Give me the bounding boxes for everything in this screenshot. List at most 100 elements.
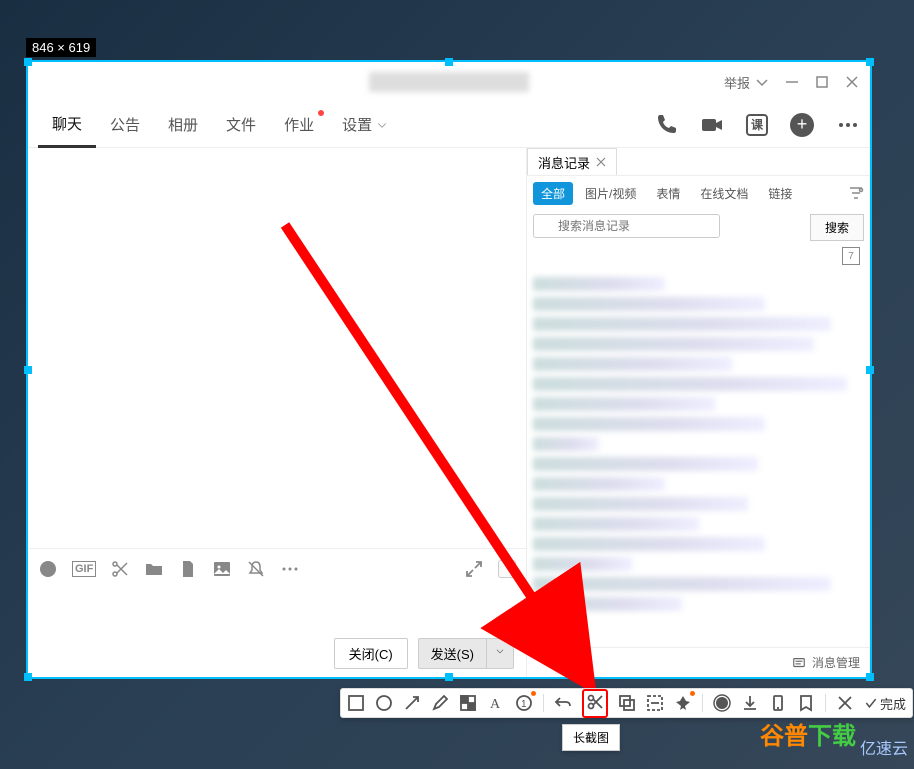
tool-arrow-icon[interactable]: [403, 694, 421, 712]
tool-number-icon[interactable]: 1: [515, 694, 533, 712]
message-manage-icon: [792, 656, 806, 670]
tool-ocr-icon[interactable]: [646, 694, 664, 712]
list-item: [533, 417, 765, 431]
video-call-icon[interactable]: [700, 113, 724, 137]
close-tab-icon[interactable]: [596, 157, 606, 167]
mute-icon[interactable]: [246, 559, 266, 579]
file-icon[interactable]: [178, 559, 198, 579]
tab-settings[interactable]: 设置: [328, 102, 402, 148]
search-input[interactable]: [533, 214, 720, 238]
main-tabs: 聊天 公告 相册 文件 作业 设置 课 +: [28, 102, 870, 148]
image-icon[interactable]: [212, 559, 232, 579]
minimize-button[interactable]: [784, 74, 800, 90]
tab-chat-label: 聊天: [52, 113, 82, 134]
chat-panel: GIF 关闭(C) 发送(S): [28, 148, 527, 677]
list-item: [533, 497, 748, 511]
send-dropdown[interactable]: [486, 639, 513, 668]
tab-settings-label: 设置: [342, 114, 372, 135]
window-titlebar: 举报: [28, 62, 870, 102]
tool-phone-icon[interactable]: [769, 694, 787, 712]
history-tab[interactable]: 消息记录: [527, 148, 617, 175]
tab-notice-label: 公告: [110, 114, 140, 135]
filter-media[interactable]: 图片/视频: [577, 182, 644, 205]
tab-chat[interactable]: 聊天: [38, 102, 96, 148]
done-label: 完成: [880, 694, 906, 713]
close-button[interactable]: 关闭(C): [334, 638, 408, 669]
send-button[interactable]: 发送(S): [418, 638, 514, 669]
more-icon[interactable]: [836, 113, 860, 137]
tool-pin-icon[interactable]: [674, 694, 692, 712]
class-icon[interactable]: 课: [746, 114, 768, 136]
list-item: [533, 317, 831, 331]
chevron-down-icon: [754, 74, 770, 90]
resize-handle-cr[interactable]: [866, 366, 874, 374]
tool-cancel-icon[interactable]: [836, 694, 854, 712]
separator: [702, 694, 703, 712]
maximize-button[interactable]: [814, 74, 830, 90]
filter-emoji[interactable]: 表情: [648, 182, 688, 205]
message-history-list[interactable]: [527, 267, 870, 647]
resize-handle-br[interactable]: [866, 673, 874, 681]
tab-album[interactable]: 相册: [154, 102, 212, 148]
chat-message-area[interactable]: [28, 148, 526, 548]
tool-mosaic-icon[interactable]: [459, 694, 477, 712]
tool-pen-icon[interactable]: [431, 694, 449, 712]
tab-homework-label: 作业: [284, 114, 314, 135]
list-item: [533, 537, 765, 551]
expand-icon[interactable]: [464, 559, 484, 579]
history-toggle[interactable]: [498, 560, 516, 578]
resize-handle-cl[interactable]: [24, 366, 32, 374]
voice-call-icon[interactable]: [654, 113, 678, 137]
resize-handle-tl[interactable]: [24, 58, 32, 66]
list-item: [533, 557, 632, 571]
resize-handle-bl[interactable]: [24, 673, 32, 681]
capture-dimensions-label: 846 × 619: [26, 38, 96, 57]
tool-download-icon[interactable]: [741, 694, 759, 712]
separator: [825, 694, 826, 712]
watermark-secondary: 亿速云: [860, 735, 908, 759]
gif-icon[interactable]: GIF: [72, 561, 96, 577]
list-item: [533, 277, 665, 291]
resize-handle-tc[interactable]: [445, 58, 453, 66]
calendar-icon[interactable]: 7: [842, 247, 860, 265]
tool-text-icon[interactable]: A: [487, 694, 505, 712]
resize-handle-bc[interactable]: [445, 673, 453, 681]
window-title-blurred: [369, 72, 529, 92]
resize-handle-tr[interactable]: [866, 58, 874, 66]
tool-confirm-button[interactable]: 完成: [864, 694, 906, 713]
filter-settings-icon[interactable]: [848, 185, 864, 201]
report-button[interactable]: 举报: [724, 73, 770, 92]
check-icon: [864, 696, 878, 710]
folder-icon[interactable]: [144, 559, 164, 579]
notification-dot: [531, 691, 536, 696]
tab-homework[interactable]: 作业: [270, 102, 328, 148]
message-input[interactable]: [28, 589, 526, 629]
history-tab-label: 消息记录: [538, 153, 590, 172]
message-manage-link[interactable]: 消息管理: [812, 654, 860, 671]
tool-undo-icon[interactable]: [554, 694, 572, 712]
svg-text:A: A: [490, 697, 501, 712]
search-button[interactable]: 搜索: [810, 214, 864, 241]
chevron-down-icon: [376, 119, 388, 131]
filter-links[interactable]: 链接: [760, 182, 800, 205]
tool-long-screenshot-highlighted[interactable]: [582, 689, 608, 718]
tool-rect-icon[interactable]: [347, 694, 365, 712]
capture-region[interactable]: 举报 聊天 公告 相册 文件 作业 设置 课 +: [26, 60, 872, 679]
list-item: [533, 577, 831, 591]
more-tools-icon[interactable]: [280, 559, 300, 579]
close-button[interactable]: [844, 74, 860, 90]
list-item: [533, 477, 665, 491]
tab-notice[interactable]: 公告: [96, 102, 154, 148]
tool-circle-icon[interactable]: [375, 694, 393, 712]
filter-docs[interactable]: 在线文档: [692, 182, 756, 205]
tab-files[interactable]: 文件: [212, 102, 270, 148]
watermark-part-a: 谷普: [760, 723, 808, 750]
scissors-icon[interactable]: [110, 559, 130, 579]
tool-record-icon[interactable]: [713, 694, 731, 712]
tool-translate-icon[interactable]: [618, 694, 636, 712]
filter-all[interactable]: 全部: [533, 182, 573, 205]
add-button[interactable]: +: [790, 113, 814, 137]
tool-bookmark-icon[interactable]: [797, 694, 815, 712]
emoji-icon[interactable]: [38, 559, 58, 579]
notification-dot: [318, 110, 324, 116]
